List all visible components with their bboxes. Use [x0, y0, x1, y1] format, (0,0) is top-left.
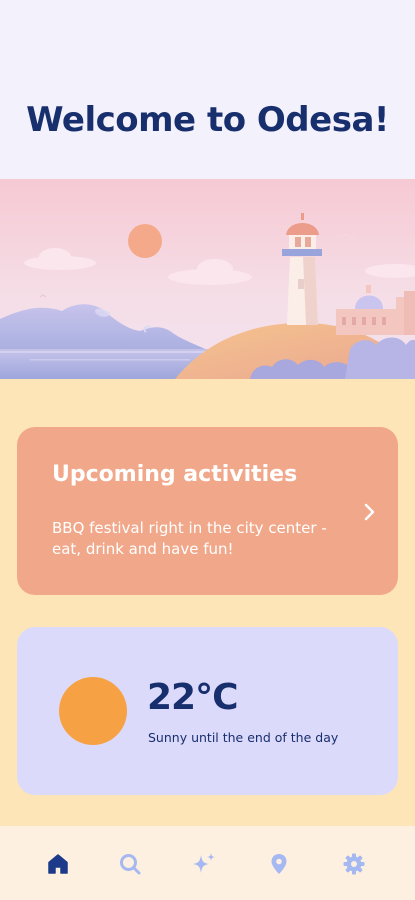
- nav-settings[interactable]: [341, 851, 367, 877]
- nav-home[interactable]: [45, 851, 71, 877]
- sun-icon: [59, 677, 127, 745]
- nav-search[interactable]: [117, 851, 143, 877]
- header: Welcome to Odesa!: [0, 0, 415, 179]
- sparkle-icon: [193, 853, 215, 873]
- bottom-nav: [0, 826, 415, 900]
- hero-illustration: [0, 179, 415, 379]
- page-title: Welcome to Odesa!: [26, 100, 389, 140]
- search-icon: [120, 854, 141, 875]
- map-pin-icon: [271, 854, 287, 874]
- weather-description: Sunny until the end of the day: [148, 730, 339, 745]
- chevron-right-icon[interactable]: [362, 500, 378, 524]
- upcoming-activities-card[interactable]: Upcoming activities BBQ festival right i…: [17, 427, 398, 595]
- activities-title: Upcoming activities: [52, 462, 298, 487]
- home-icon: [48, 854, 68, 874]
- nav-sparkle[interactable]: [191, 851, 217, 877]
- lighthouse-illustration: [0, 179, 415, 379]
- activities-description: BBQ festival right in the city center - …: [52, 519, 327, 558]
- gear-icon: [343, 853, 365, 875]
- weather-card: 22°C Sunny until the end of the day: [17, 627, 398, 795]
- nav-map[interactable]: [266, 851, 292, 877]
- temperature: 22°C: [147, 677, 239, 718]
